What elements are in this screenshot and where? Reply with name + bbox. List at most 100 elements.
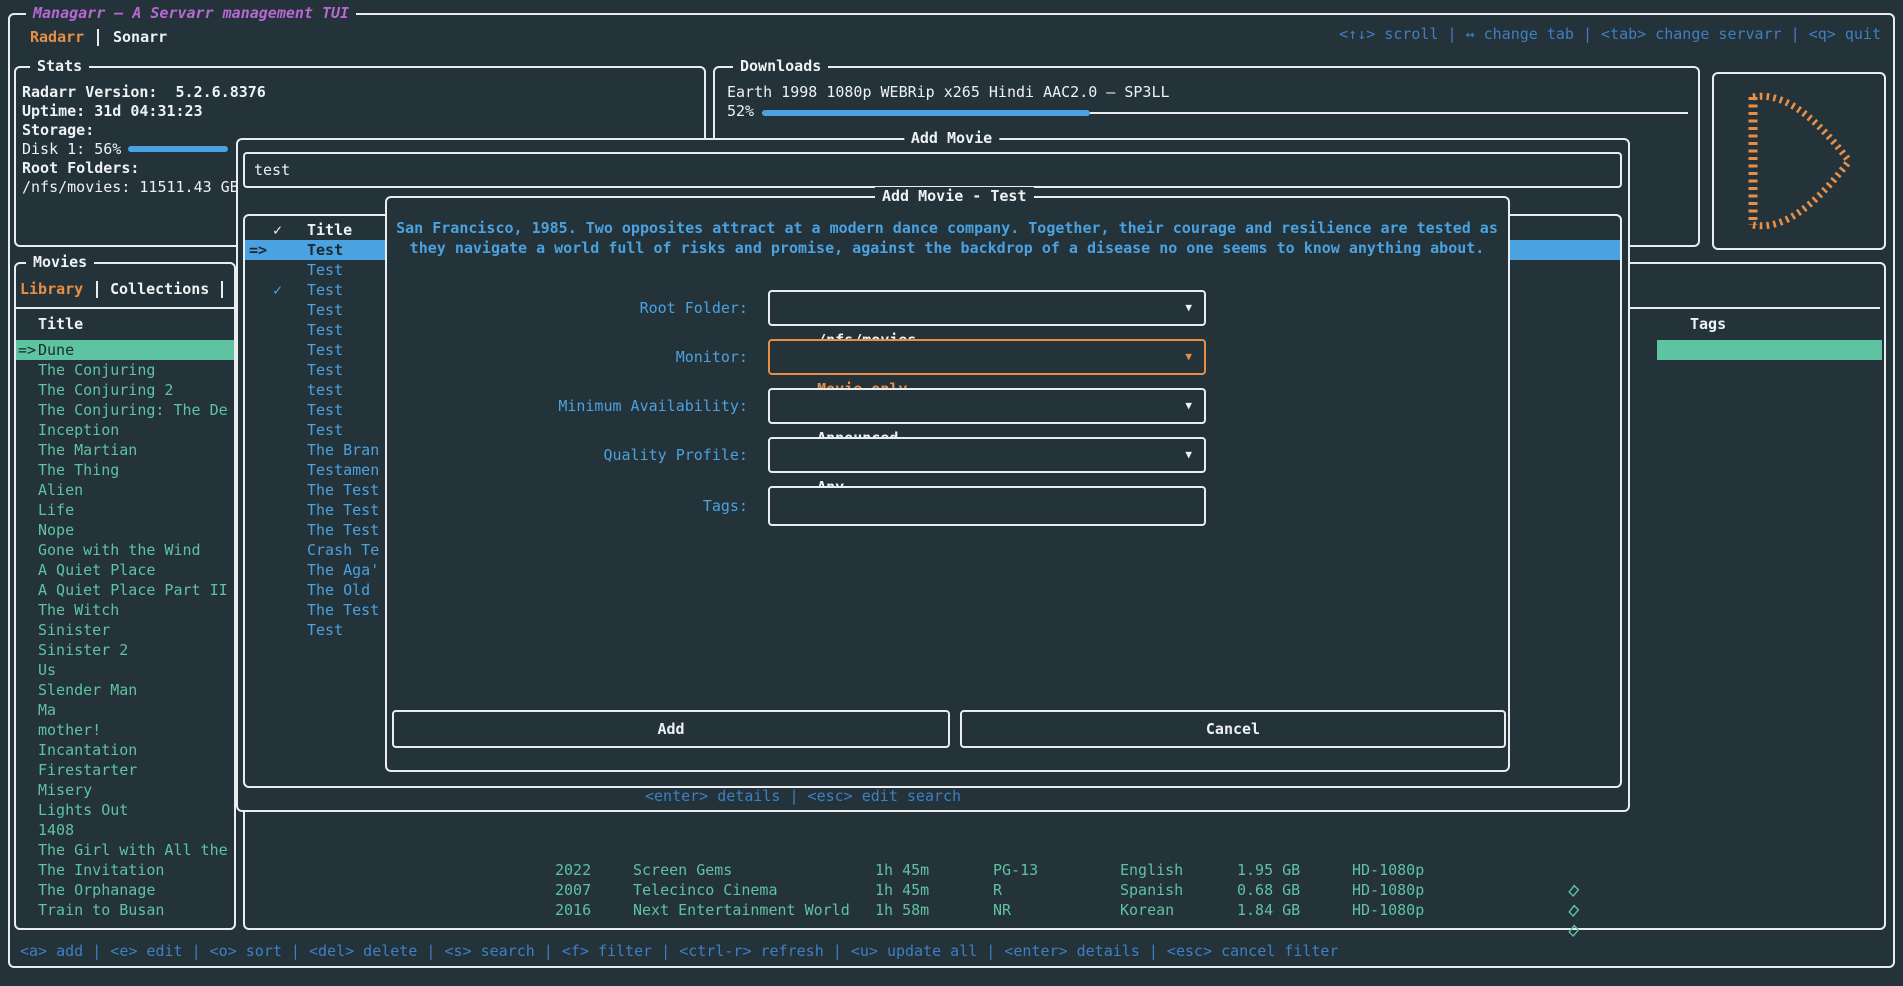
movie-row[interactable]: Gone with the Wind [16, 540, 234, 560]
library-table-row[interactable]: 2022Screen Gems1h 45mPG-13English1.95 GB… [0, 860, 1903, 880]
library-table-row[interactable]: 2007Telecinco Cinema1h 45mRSpanish0.68 G… [0, 880, 1903, 900]
movie-title: A Quiet Place Part II [38, 580, 228, 600]
cell-cs: Screen Gems [633, 860, 732, 880]
search-input[interactable] [243, 152, 1622, 188]
result-title: Test [307, 320, 343, 340]
movie-row[interactable]: Life [16, 500, 234, 520]
stats-title: Stats [30, 57, 89, 75]
tab-sonarr[interactable]: Sonarr [113, 27, 167, 47]
movie-title: Gone with the Wind [38, 540, 201, 560]
downloads-title: Downloads [733, 57, 828, 75]
movies-tabs-underline [16, 307, 234, 309]
result-title: The Test [307, 500, 379, 520]
root-folder-select[interactable]: /nfs/movies ▼ [768, 290, 1206, 326]
movie-row[interactable]: The Conjuring [16, 360, 234, 380]
tab-radarr[interactable]: Radarr [30, 27, 84, 47]
movie-row[interactable]: A Quiet Place [16, 560, 234, 580]
minimum-availability-select[interactable]: Announced ▼ [768, 388, 1206, 424]
cell-cr: 1h 58m [875, 900, 929, 920]
stats-root-folder: /nfs/movies: 11511.43 GB [22, 177, 239, 197]
cancel-button[interactable]: Cancel [960, 710, 1506, 748]
movie-title: Life [38, 500, 74, 520]
cell-cy: 2007 [555, 880, 591, 900]
movie-title: Lights Out [38, 800, 128, 820]
cell-cr: 1h 45m [875, 880, 929, 900]
selection-arrow: => [249, 240, 267, 260]
tab-collections[interactable]: Collections [110, 279, 209, 299]
movies-panel-title: Movies [26, 253, 94, 271]
cell-cq: HD-1080p [1352, 900, 1424, 920]
movie-row[interactable]: Lights Out [16, 800, 234, 820]
cell-cq: HD-1080p [1352, 860, 1424, 880]
quality-profile-select[interactable]: Any ▼ [768, 437, 1206, 473]
chevron-down-icon: ▼ [1185, 390, 1192, 422]
monitor-select[interactable]: Movie only ▼ [768, 339, 1206, 375]
result-title: Test [307, 280, 343, 300]
cell-cg: R [993, 880, 1002, 900]
add-movie-popup-title: Add Movie [904, 129, 999, 147]
minimum-availability-label: Minimum Availability: [385, 388, 757, 424]
movie-row[interactable]: 1408 [16, 820, 234, 840]
movie-row[interactable]: Sinister 2 [16, 640, 234, 660]
movie-row[interactable]: The Thing [16, 460, 234, 480]
stats-storage-label: Storage: [22, 120, 94, 140]
result-title: Crash Te [307, 540, 379, 560]
movie-row[interactable]: Us [16, 660, 234, 680]
movie-title: Inception [38, 420, 119, 440]
result-title: The Test [307, 600, 379, 620]
stats-root-folders-label: Root Folders: [22, 158, 139, 178]
library-tab-separator [96, 281, 98, 298]
movie-row[interactable]: Alien [16, 480, 234, 500]
tab-library[interactable]: Library [20, 279, 83, 299]
movie-row[interactable]: Incantation [16, 740, 234, 760]
tags-label: Tags: [385, 486, 757, 526]
movie-row[interactable]: Sinister [16, 620, 234, 640]
result-title: The Old [307, 580, 370, 600]
cell-cz: 1.84 GB [1237, 900, 1300, 920]
tag-icon [1566, 924, 1580, 938]
cell-cg: PG-13 [993, 860, 1038, 880]
movie-row[interactable]: The Girl with All the [16, 840, 234, 860]
movie-overview-line1: San Francisco, 1985. Two opposites attra… [396, 218, 1498, 238]
movie-row[interactable]: The Conjuring 2 [16, 380, 234, 400]
movie-row[interactable]: The Witch [16, 600, 234, 620]
movie-title: The Thing [38, 460, 119, 480]
result-title: Test [307, 420, 343, 440]
movie-row[interactable]: Slender Man [16, 680, 234, 700]
tag-icon-wrap [1548, 903, 1580, 943]
movie-title: Incantation [38, 740, 137, 760]
movie-row[interactable]: Inception [16, 420, 234, 440]
movie-row[interactable]: The Martian [16, 440, 234, 460]
download-percent: 52% [727, 101, 754, 121]
movie-title: Slender Man [38, 680, 137, 700]
tab-separator [97, 29, 99, 46]
popup-footer-help: <enter> details | <esc> edit search [645, 786, 961, 806]
movie-row[interactable]: Misery [16, 780, 234, 800]
movie-row[interactable]: The Conjuring: The De [16, 400, 234, 420]
stats-version: Radarr Version: 5.2.6.8376 [22, 82, 266, 102]
add-movie-dialog-title: Add Movie - Test [875, 187, 1034, 205]
cell-cl: Spanish [1120, 880, 1183, 900]
result-title: Test [307, 400, 343, 420]
tags-input[interactable] [768, 486, 1206, 526]
cell-cs: Telecinco Cinema [633, 880, 778, 900]
movie-row[interactable]: Nope [16, 520, 234, 540]
library-table-row[interactable]: 2016Next Entertainment World1h 58mNRKore… [0, 900, 1903, 920]
movie-row[interactable]: Firestarter [16, 760, 234, 780]
stats-uptime: Uptime: 31d 04:31:23 [22, 101, 203, 121]
disk-usage-bar [128, 146, 228, 152]
managarr-logo-icon [1735, 85, 1865, 237]
add-button[interactable]: Add [392, 710, 950, 748]
chevron-down-icon: ▼ [1185, 292, 1192, 324]
movie-row[interactable]: Ma [16, 700, 234, 720]
movie-title: The Conjuring 2 [38, 380, 173, 400]
movie-title: Nope [38, 520, 74, 540]
movie-row[interactable]: mother! [16, 720, 234, 740]
cell-cg: NR [993, 900, 1011, 920]
movie-title: Misery [38, 780, 92, 800]
movie-row[interactable]: =>Dune [16, 340, 234, 360]
movie-title: The Martian [38, 440, 137, 460]
result-title: The Test [307, 520, 379, 540]
movie-row[interactable]: A Quiet Place Part II [16, 580, 234, 600]
result-title: Test [307, 340, 343, 360]
